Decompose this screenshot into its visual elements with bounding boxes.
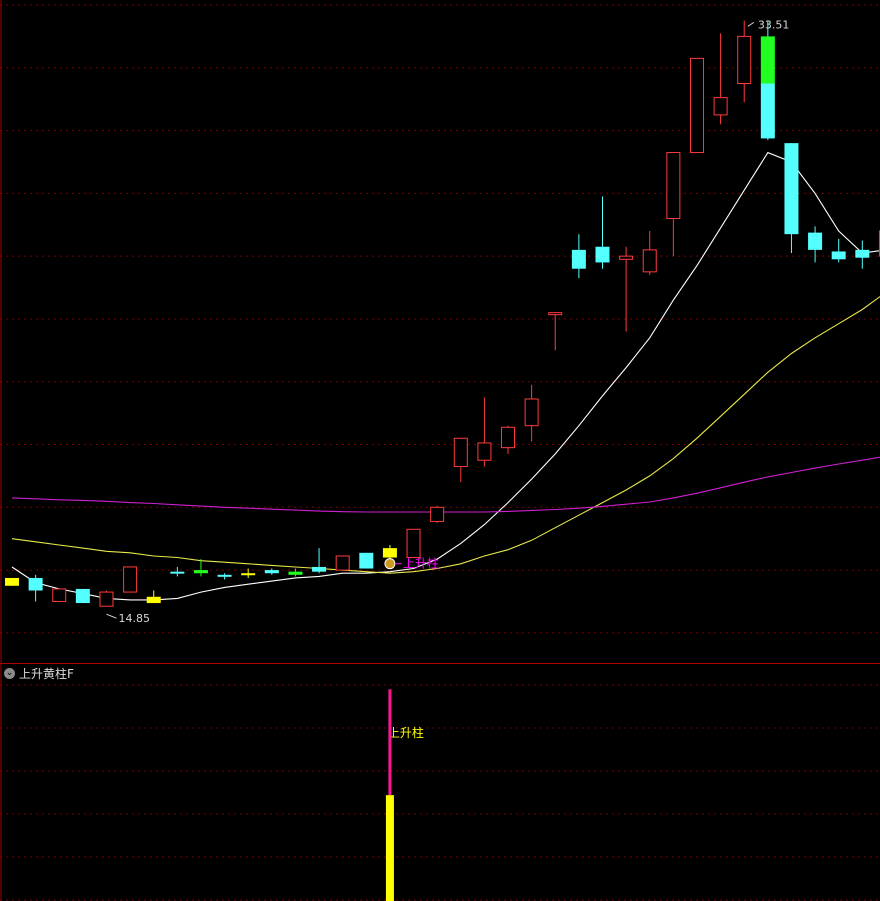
ma-line-white <box>11 151 880 601</box>
candle-body <box>359 552 374 569</box>
candlestick-series <box>5 20 880 607</box>
candle-body <box>855 249 870 258</box>
candle-body <box>335 555 350 571</box>
candle-body <box>241 573 256 576</box>
candle-body <box>524 398 539 427</box>
signal-bar <box>385 795 394 901</box>
candle-body <box>406 528 421 559</box>
candle-body <box>264 570 279 574</box>
indicator-panel-header: ⌄ 上升黄柱F <box>4 665 74 681</box>
candle-body <box>453 437 468 467</box>
chart-annotations: 33.51 14.85 上升柱 <box>106 18 789 625</box>
chart-canvas: 33.51 14.85 上升柱 上升柱 <box>0 0 880 901</box>
candle-body <box>477 442 492 461</box>
candle-body <box>123 566 138 593</box>
signal-coin-icon <box>384 558 396 570</box>
candle-body <box>75 588 90 604</box>
main-chart-frame <box>0 0 880 901</box>
candle-body <box>52 588 67 602</box>
candle-body <box>501 426 516 449</box>
candle-body <box>737 35 752 84</box>
candle-body <box>595 246 610 263</box>
low-price-label: 14.85 <box>118 612 150 625</box>
candle-body <box>548 312 563 316</box>
candle-body <box>760 83 775 139</box>
candle-body <box>808 232 823 250</box>
candle-body <box>666 152 681 219</box>
candle-body <box>571 249 586 269</box>
candle-body <box>217 574 232 577</box>
chevron-down-icon[interactable]: ⌄ <box>4 667 15 679</box>
candle-body <box>642 249 657 273</box>
low-arrow <box>106 613 117 619</box>
candle-body <box>312 566 327 572</box>
candle-body <box>170 571 185 574</box>
indicator-panel-grid <box>0 684 880 901</box>
candle-body <box>713 97 728 116</box>
candle-body <box>193 570 208 574</box>
candle-body <box>760 36 775 84</box>
high-arrow <box>747 21 755 27</box>
candle-body <box>382 548 397 558</box>
indicator-title: 上升黄柱F <box>19 666 74 681</box>
candle-body <box>831 251 846 260</box>
candle-body <box>28 577 43 591</box>
ma-line-magenta <box>11 456 880 513</box>
main-chart-grid <box>0 4 880 634</box>
candle-body <box>146 596 161 604</box>
candle-body <box>288 571 303 575</box>
indicator-signal-label: 上升柱 <box>388 725 424 740</box>
candle-body <box>689 57 704 154</box>
candle-body <box>99 591 114 607</box>
candle-body <box>784 143 799 235</box>
candle-body <box>619 255 634 260</box>
candle-body <box>430 506 445 522</box>
moving-average-lines <box>11 151 880 601</box>
candle-body <box>5 577 19 586</box>
indicator-bars: 上升柱 <box>385 689 424 901</box>
signal-label-main: 上升柱 <box>403 556 439 571</box>
ma-line-yellow <box>11 295 880 574</box>
high-price-label: 33.51 <box>758 18 790 31</box>
